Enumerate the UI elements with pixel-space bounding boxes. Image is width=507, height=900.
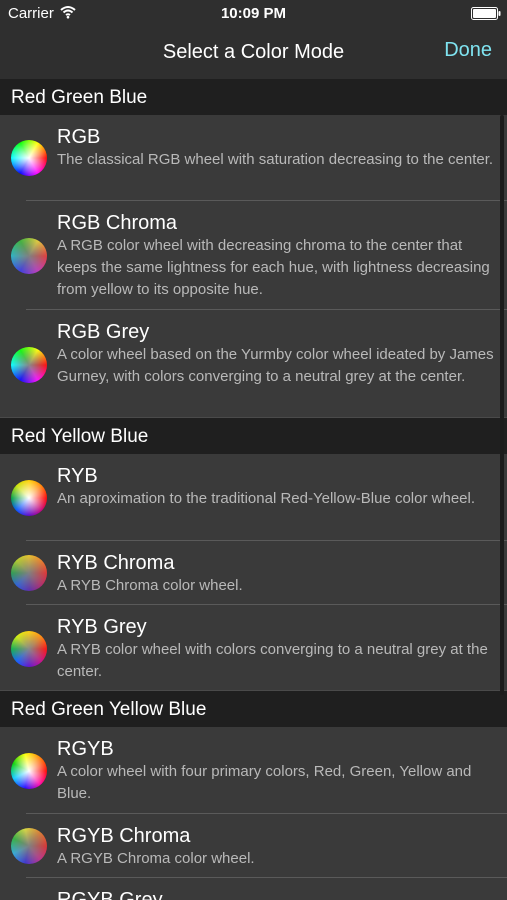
- row-divider: [0, 417, 507, 418]
- row-description: A color wheel with four primary colors, …: [57, 763, 472, 802]
- rgyb-chroma-wheel-icon: [11, 828, 47, 864]
- section-header-red-yellow-blue: Red Yellow Blue: [0, 418, 507, 454]
- row-title: RGYB Chroma: [57, 825, 191, 847]
- row-title: RGB: [57, 126, 101, 148]
- list-item-rgb-grey[interactable]: RGB Grey A color wheel based on the Yurm…: [0, 310, 507, 418]
- list-item-ryb-chroma[interactable]: RYB Chroma A RYB Chroma color wheel.: [0, 541, 507, 605]
- section-header-red-green-blue: Red Green Blue: [0, 79, 507, 115]
- rgb-wheel-icon: [11, 140, 47, 176]
- done-button[interactable]: Done: [444, 39, 492, 62]
- list-item-rgyb-chroma[interactable]: RGYB Chroma A RGYB Chroma color wheel.: [0, 814, 507, 878]
- rgyb-wheel-icon: [11, 753, 47, 789]
- section-header-red-green-yellow-blue: Red Green Yellow Blue: [0, 691, 507, 727]
- color-mode-list: Red Green Blue RGB The classical RGB whe…: [0, 79, 507, 900]
- row-title: RGYB: [57, 738, 114, 760]
- row-title: RYB Chroma: [57, 552, 175, 574]
- list-item-rgyb-grey[interactable]: RGYB Grey: [0, 878, 507, 900]
- ryb-grey-wheel-icon: [11, 631, 47, 667]
- row-description: A RGYB Chroma color wheel.: [57, 850, 255, 867]
- row-description: A RGB color wheel with decreasing chroma…: [57, 237, 490, 298]
- row-title: RGB Chroma: [57, 212, 178, 234]
- row-description: A RYB Chroma color wheel.: [57, 577, 243, 594]
- scroll-indicator[interactable]: [500, 115, 504, 695]
- list-item-ryb[interactable]: RYB An aproximation to the traditional R…: [0, 454, 507, 541]
- status-bar: Carrier 10:09 PM: [0, 0, 507, 28]
- row-title: RGB Grey: [57, 321, 150, 343]
- row-divider: [0, 690, 507, 691]
- page-title: Select a Color Mode: [162, 41, 345, 63]
- status-time: 10:09 PM: [220, 5, 287, 22]
- battery-icon: [471, 7, 501, 20]
- row-description: An aproximation to the traditional Red-Y…: [57, 490, 476, 507]
- ryb-wheel-icon: [11, 480, 47, 516]
- row-title: RYB Grey: [57, 616, 147, 638]
- list-item-rgyb[interactable]: RGYB A color wheel with four primary col…: [0, 727, 507, 814]
- row-description: A color wheel based on the Yurmby color …: [57, 346, 494, 385]
- list-item-rgb[interactable]: RGB The classical RGB wheel with saturat…: [0, 115, 507, 201]
- row-description: The classical RGB wheel with saturation …: [57, 151, 494, 168]
- ryb-chroma-wheel-icon: [11, 555, 47, 591]
- rgb-chroma-wheel-icon: [11, 238, 47, 274]
- list-item-ryb-grey[interactable]: RYB Grey A RYB color wheel with colors c…: [0, 605, 507, 691]
- row-title: RYB: [57, 465, 98, 487]
- navigation-bar: Select a Color Mode Done: [0, 28, 507, 79]
- list-item-rgb-chroma[interactable]: RGB Chroma A RGB color wheel with decrea…: [0, 201, 507, 310]
- rgb-grey-wheel-icon: [11, 347, 47, 383]
- row-title: RGYB Grey: [57, 889, 163, 900]
- color-mode-screen: Carrier 10:09 PM Select a Color Mode Don…: [0, 0, 507, 900]
- row-description: A RYB color wheel with colors converging…: [57, 641, 488, 680]
